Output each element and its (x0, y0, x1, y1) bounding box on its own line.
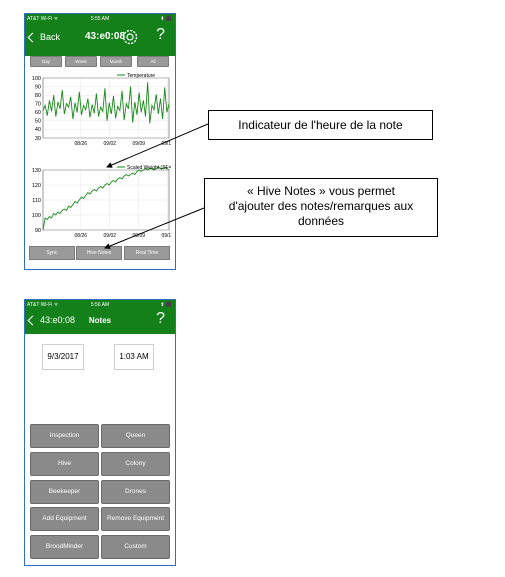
status-time: 5:56 AM (90, 302, 110, 308)
range-month-button[interactable]: Month (100, 56, 132, 67)
note-time-callout: Indicateur de l'heure de la note (208, 110, 433, 140)
chevron-left-icon (27, 32, 38, 42)
status-bar: AT&T Wi-Fi ᯤ 5:56 AM ⬆ ⬛ (25, 300, 175, 310)
y-tick-label: 70 (35, 102, 41, 108)
time-field[interactable]: 1:03 AM (114, 344, 154, 370)
x-tick-label: 09/02 (104, 233, 117, 239)
status-bar: AT&T Wi-Fi ᯤ 5:55 AM ⬆ ⬛ (25, 14, 175, 24)
help-button[interactable]: ? (156, 26, 165, 44)
x-tick-label: 08/26 (75, 141, 88, 147)
page-title: Notes (88, 316, 112, 325)
back-label: Back (40, 32, 61, 42)
x-tick-label: 09/16 (161, 141, 171, 147)
callout-line: « Hive Notes » vous permet (246, 184, 396, 198)
colony-button[interactable]: Colony (101, 452, 170, 476)
hive-button[interactable]: Hive (30, 452, 99, 476)
hive-notes-button[interactable]: Hive Notes (76, 246, 122, 260)
x-tick-label: 09/09 (133, 141, 146, 147)
chevron-left-icon (27, 315, 38, 325)
y-tick-label: 130 (32, 168, 41, 174)
sync-button[interactable]: Sync (29, 246, 75, 260)
y-tick-label: 110 (32, 198, 41, 204)
real-time-button[interactable]: Real Time (124, 246, 170, 260)
inspection-button[interactable]: Inspection (30, 424, 99, 448)
x-tick-label: 09/16 (161, 233, 171, 239)
y-tick-label: 80 (35, 93, 41, 99)
y-tick-label: 120 (32, 183, 41, 189)
callout-line: d'ajouter des notes/remarques aux (228, 199, 414, 213)
x-tick-label: 09/09 (133, 233, 146, 239)
help-button[interactable]: ? (156, 310, 165, 328)
battery-icon: ⬆ ⬛ (160, 302, 172, 308)
weight-chart: 90 100 110 120 130 08/26 09/02 09/09 09/16 Scaled… (32, 165, 171, 239)
graph-screen: AT&T Wi-Fi ᯤ 5:55 AM ⬆ ⬛ Back 43:e0:08 ?… (24, 13, 176, 270)
broodminder-button[interactable]: BroodMinder (30, 535, 99, 559)
queen-button[interactable]: Queen (101, 424, 170, 448)
y-tick-label: 100 (32, 76, 41, 82)
range-all-button[interactable]: All (137, 56, 169, 67)
y-tick-label: 90 (35, 228, 41, 234)
custom-button[interactable]: Custom (101, 535, 170, 559)
range-day-button[interactable]: Day (30, 56, 62, 67)
x-tick-label: 09/02 (104, 141, 117, 147)
back-button[interactable]: Back (27, 32, 61, 42)
y-tick-label: 60 (35, 110, 41, 116)
x-tick-label: 08/26 (75, 233, 88, 239)
y-tick-label: 100 (32, 213, 41, 219)
battery-icon: ⬆ ⬛ (160, 16, 172, 22)
callout-line: données (297, 214, 345, 228)
gear-icon[interactable] (121, 28, 139, 46)
notes-screen: AT&T Wi-Fi ᯤ 5:56 AM ⬆ ⬛ 43:e0:08 Notes … (24, 299, 176, 566)
legend-label: Temperature (127, 73, 155, 79)
nav-bar: 43:e0:08 Notes ? (25, 310, 175, 334)
y-tick-label: 50 (35, 119, 41, 125)
beekeeper-button[interactable]: Beekeeper (30, 480, 99, 504)
y-tick-label: 40 (35, 127, 41, 133)
nav-bar: Back 43:e0:08 ? (25, 24, 175, 56)
add-equipment-button[interactable]: Add Equipment (30, 507, 99, 531)
temperature-chart: 30 40 50 60 70 80 90 100 08/26 09/02 09/09 09/16 Tem… (32, 73, 171, 147)
status-time: 5:55 AM (90, 16, 110, 22)
legend-label: Scaled Weight (SF=2.00) (127, 165, 171, 171)
remove-equipment-button[interactable]: Remove Equipment (101, 507, 170, 531)
y-tick-label: 30 (35, 136, 41, 142)
range-week-button[interactable]: Week (65, 56, 97, 67)
y-tick-label: 90 (35, 84, 41, 90)
hive-notes-callout: « Hive Notes » vous permet d'ajouter des… (204, 178, 438, 237)
drones-button[interactable]: Drones (101, 480, 170, 504)
date-field[interactable]: 9/3/2017 (42, 344, 84, 370)
